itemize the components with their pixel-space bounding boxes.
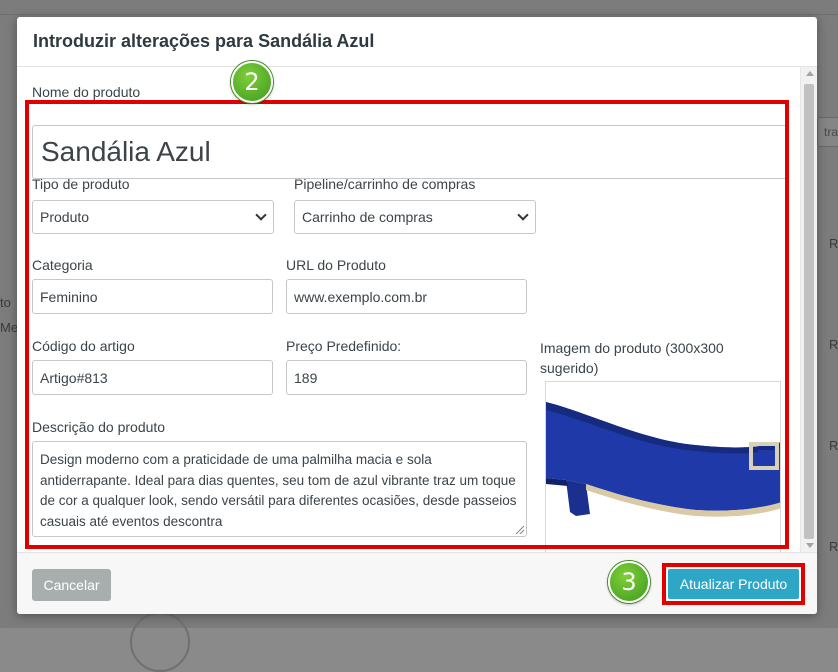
blue-sandal-image [546,382,780,552]
modal-body[interactable]: Nome do produto Sandália Azul Tipo de pr… [17,67,817,552]
background-row-letter: R [829,236,838,251]
description-text: Design moderno com a praticidade de uma … [40,452,517,529]
chevron-down-icon [255,209,267,221]
modal-header: Introduzir alterações para Sandália Azul [17,17,817,67]
type-label: Tipo de produto [32,176,130,192]
article-code-input[interactable]: Artigo#813 [32,360,273,395]
background-avatar [130,612,190,672]
highlight-box-update: Atualizar Produto [662,563,805,605]
cancel-button[interactable]: Cancelar [32,569,111,601]
chevron-down-icon [517,209,529,221]
category-input[interactable]: Feminino [32,279,273,314]
name-label: Nome do produto [32,84,141,100]
background-input: tra [817,117,838,147]
scrollbar-thumb[interactable] [804,84,814,539]
category-label: Categoria [32,257,93,273]
url-input[interactable]: www.exemplo.com.br [286,279,527,314]
code-label: Código do artigo [32,338,135,354]
url-label: URL do Produto [286,257,386,273]
background-side-text: to [0,295,11,310]
update-product-button[interactable]: Atualizar Produto [668,569,799,599]
pipeline-label: Pipeline/carrinho de compras [294,176,476,192]
step-2-badge: 2 [231,61,273,103]
description-label: Descrição do produto [32,419,166,435]
background-row-letter: R [829,337,838,352]
background-row-letter: R [829,438,838,453]
pipeline-value: Carrinho de compras [302,209,433,225]
product-type-value: Produto [40,209,90,225]
scroll-down-icon[interactable] [806,543,814,548]
modal-scrollbar[interactable] [800,67,817,552]
background-divider [0,14,838,15]
product-name-input[interactable]: Sandália Azul [32,125,787,179]
resize-handle[interactable] [516,526,524,534]
pipeline-select[interactable]: Carrinho de compras [294,200,536,234]
image-label: Imagem do produto (300x300 sugerido) [540,340,724,376]
description-textarea[interactable]: Design moderno com a praticidade de uma … [32,441,527,537]
product-image[interactable] [545,381,781,552]
edit-product-modal: Introduzir alterações para Sandália Azul… [17,17,817,614]
price-input[interactable]: 189 [286,360,527,395]
background-row-letter: R [829,539,838,554]
price-label: Preço Predefinido: [286,338,402,354]
modal-title: Introduzir alterações para Sandália Azul [33,31,375,51]
product-type-select[interactable]: Produto [32,200,274,234]
step-3-badge: 3 [608,561,650,603]
scroll-up-icon[interactable] [806,71,814,76]
modal-footer: Cancelar Atualizar Produto 3 [17,552,817,614]
